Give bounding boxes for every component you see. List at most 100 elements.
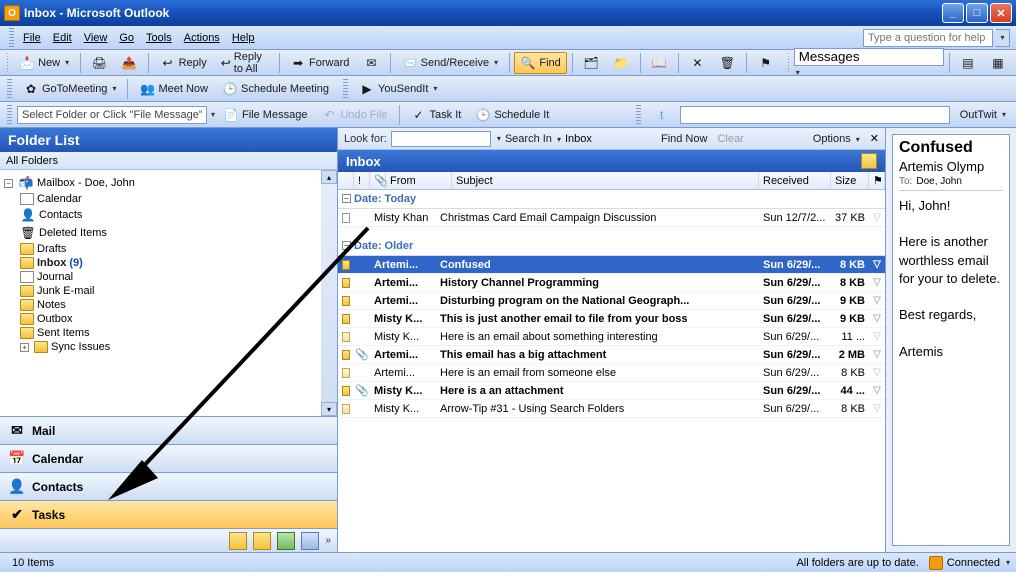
mail-row[interactable]: Artemi... Disturbing program on the Nati…	[338, 292, 885, 310]
menu-tools[interactable]: Tools	[140, 30, 178, 46]
lookfor-input[interactable]	[391, 131, 491, 147]
dropdown-icon[interactable]: ▾	[211, 110, 215, 119]
yousendit-button[interactable]: ▶YouSendIt▾	[353, 78, 443, 100]
folder-notes[interactable]: Notes	[20, 298, 333, 312]
menu-help[interactable]: Help	[226, 30, 261, 46]
folder-inbox[interactable]: Inbox (9)	[20, 256, 333, 270]
help-dropdown-icon[interactable]: ▾	[996, 29, 1010, 47]
col-subject[interactable]: Subject	[452, 172, 759, 189]
nav-calendar[interactable]: 📅Calendar	[0, 444, 337, 472]
forward-attachment-button[interactable]: ✉	[357, 52, 385, 74]
view-button-2[interactable]: ▦	[984, 52, 1012, 74]
maximize-button[interactable]: □	[966, 3, 988, 23]
folder-drafts[interactable]: Drafts	[20, 242, 333, 256]
outtwit-button[interactable]: OutTwit▾	[954, 104, 1012, 126]
collapse-icon[interactable]: −	[342, 241, 351, 250]
print-button[interactable]: 🖨	[85, 52, 113, 74]
close-button[interactable]: ✕	[990, 3, 1012, 23]
folder-select-input[interactable]	[17, 106, 207, 124]
schedule-it-button[interactable]: 🕒Schedule It	[469, 104, 555, 126]
scrollbar[interactable]: ▴ ▾	[321, 170, 337, 416]
mail-row[interactable]: Misty K... Arrow-Tip #31 - Using Search …	[338, 400, 885, 418]
searchin-label[interactable]: Search In ▾	[505, 133, 561, 145]
reply-button[interactable]: ↩Reply	[154, 52, 213, 74]
options-button[interactable]: Options ▾	[813, 133, 860, 145]
menu-file[interactable]: File	[17, 30, 47, 46]
mail-row[interactable]: 📎 Artemi... This email has a big attachm…	[338, 346, 885, 364]
flag-icon[interactable]: ▽	[873, 349, 881, 360]
flag-icon[interactable]: ▽	[873, 331, 881, 342]
menu-go[interactable]: Go	[113, 30, 140, 46]
find-button[interactable]: 🔍Find	[514, 52, 566, 74]
gotomeeting-button[interactable]: ✿GoToMeeting▾	[17, 78, 122, 100]
delete-button[interactable]: ✕	[683, 52, 711, 74]
flag-icon[interactable]: ▽	[873, 259, 881, 270]
collapse-icon[interactable]: −	[4, 179, 13, 188]
flag-icon[interactable]: ▽	[873, 313, 881, 324]
mail-row[interactable]: Misty K... This is just another email to…	[338, 310, 885, 328]
nav-mail[interactable]: ✉Mail	[0, 416, 337, 444]
mail-row[interactable]: 📎 Misty K... Here is a an attachment Sun…	[338, 382, 885, 400]
journal-shortcut-icon[interactable]	[301, 532, 319, 550]
flag-icon[interactable]: ▽	[873, 385, 881, 396]
junk-button[interactable]: 🗑	[713, 52, 741, 74]
address-book-button[interactable]: 📖	[645, 52, 673, 74]
mail-row[interactable]: Misty K... Here is an email about someth…	[338, 328, 885, 346]
undo-file-button[interactable]: ↶Undo File	[315, 104, 393, 126]
folder-outbox[interactable]: Outbox	[20, 312, 333, 326]
menu-actions[interactable]: Actions	[178, 30, 226, 46]
nav-contacts[interactable]: 👤Contacts	[0, 472, 337, 500]
col-from[interactable]: From	[386, 172, 452, 189]
flag-icon[interactable]: ▽	[873, 212, 881, 223]
meet-now-button[interactable]: 👥Meet Now	[133, 78, 214, 100]
folder-sent[interactable]: Sent Items	[20, 326, 333, 340]
flag-icon[interactable]: ▽	[873, 403, 881, 414]
new-button[interactable]: 📩New▾	[13, 52, 75, 74]
folder-journal[interactable]: Journal	[20, 270, 333, 284]
send-receive-button[interactable]: 📨Send/Receive▾	[396, 52, 505, 74]
forward-button[interactable]: ➡Forward	[284, 52, 355, 74]
col-sort[interactable]	[338, 172, 354, 189]
schedule-meeting-button[interactable]: 🕒Schedule Meeting	[216, 78, 335, 100]
col-size[interactable]: Size	[831, 172, 869, 189]
configure-buttons-icon[interactable]: »	[325, 535, 331, 546]
folder-sync[interactable]: +Sync Issues	[20, 340, 333, 354]
group-older[interactable]: −Date: Older	[338, 237, 885, 256]
dropdown-icon[interactable]: ▾	[1006, 558, 1010, 567]
flag-icon[interactable]: ▽	[873, 277, 881, 288]
twitter-input[interactable]	[680, 106, 950, 124]
shortcuts-icon[interactable]	[277, 532, 295, 550]
dropdown-icon[interactable]: ▾	[497, 134, 501, 143]
mail-row[interactable]: Artemi... Confused Sun 6/29/... 8 KB ▽	[338, 256, 885, 274]
minimize-button[interactable]: _	[942, 3, 964, 23]
scroll-down-icon[interactable]: ▾	[321, 402, 337, 416]
folder-deleted[interactable]: 🗑Deleted Items	[20, 224, 333, 242]
collapse-icon[interactable]: −	[342, 194, 351, 203]
categorize-button[interactable]: 🗂	[577, 52, 605, 74]
nav-tasks[interactable]: ✔Tasks	[0, 500, 337, 528]
move-button[interactable]: 📤	[115, 52, 143, 74]
close-find-button[interactable]: ✕	[870, 132, 879, 145]
find-now-button[interactable]: Find Now	[661, 133, 707, 145]
mail-row[interactable]: Artemi... History Channel Programming Su…	[338, 274, 885, 292]
all-folders-header[interactable]: All Folders	[0, 152, 337, 170]
notes-shortcut-icon[interactable]	[229, 532, 247, 550]
menu-edit[interactable]: Edit	[47, 30, 78, 46]
flag-icon[interactable]: ▽	[873, 367, 881, 378]
view-button-1[interactable]: ▤	[954, 52, 982, 74]
group-today[interactable]: −Date: Today	[338, 190, 885, 209]
folders-shortcut-icon[interactable]	[253, 532, 271, 550]
twitter-button[interactable]: t	[648, 104, 676, 126]
col-attachment[interactable]: 📎	[370, 172, 386, 189]
mailbox-root[interactable]: −📬Mailbox - Doe, John	[4, 174, 333, 192]
menu-view[interactable]: View	[78, 30, 114, 46]
col-importance[interactable]: !	[354, 172, 370, 189]
flag-icon[interactable]: ▽	[873, 295, 881, 306]
folder-junk[interactable]: Junk E-mail	[20, 284, 333, 298]
col-received[interactable]: Received	[759, 172, 831, 189]
file-message-button[interactable]: 📄File Message	[217, 104, 313, 126]
mail-row[interactable]: Artemi... Here is an email from someone …	[338, 364, 885, 382]
scroll-up-icon[interactable]: ▴	[321, 170, 337, 184]
help-question-input[interactable]	[863, 29, 993, 47]
expand-icon[interactable]: +	[20, 343, 29, 352]
